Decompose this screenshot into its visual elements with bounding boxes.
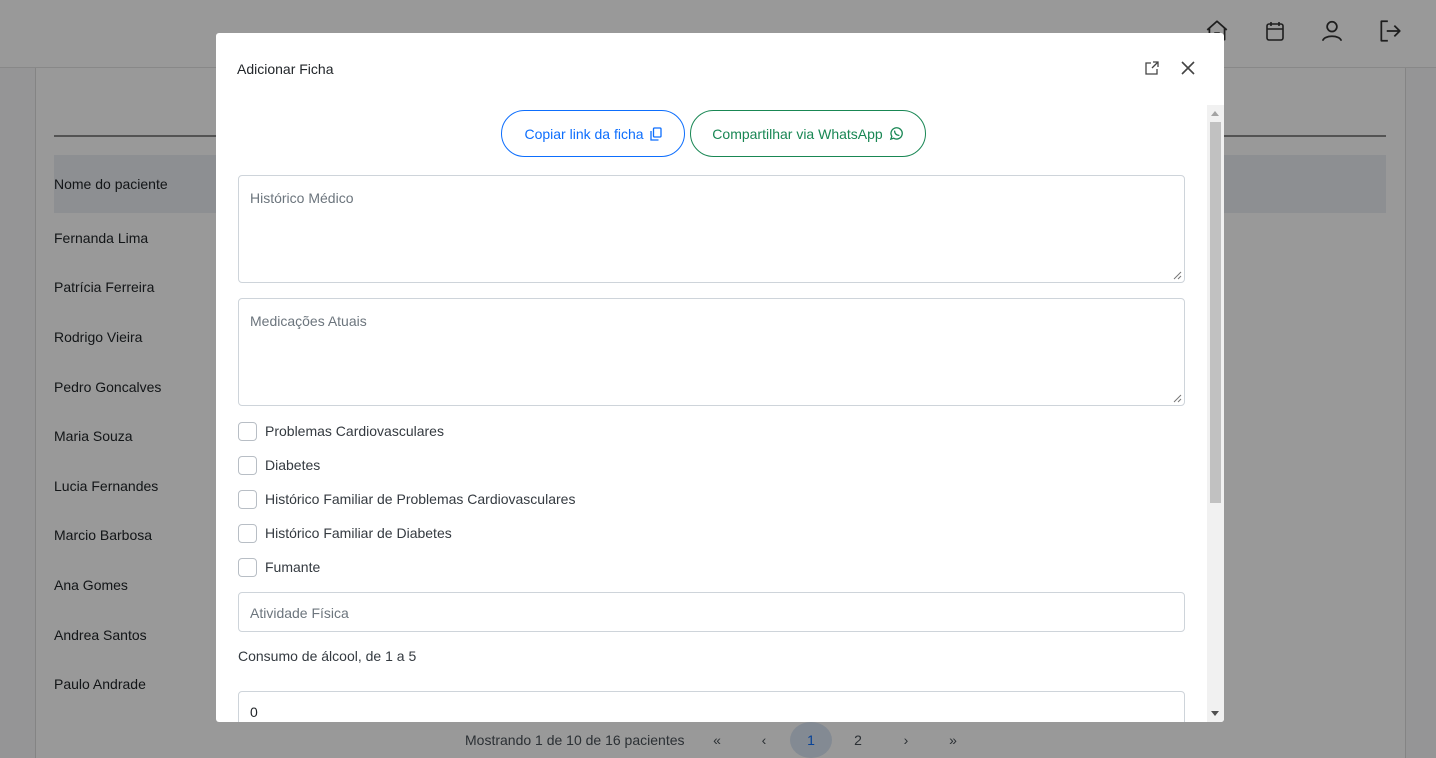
modal-scrollbar[interactable] — [1207, 105, 1224, 722]
resize-handle-icon[interactable] — [1173, 394, 1182, 403]
checkbox-label: Histórico Familiar de Problemas Cardiova… — [265, 491, 576, 507]
current-medications-placeholder: Medicações Atuais — [250, 313, 367, 329]
whatsapp-label: Compartilhar via WhatsApp — [712, 125, 883, 142]
checkbox-label: Fumante — [265, 559, 321, 575]
checkbox-box[interactable] — [238, 455, 257, 475]
checkbox-smoker[interactable]: Fumante — [238, 557, 320, 577]
whatsapp-icon — [889, 127, 903, 141]
checkbox-box[interactable] — [238, 523, 257, 543]
share-whatsapp-button[interactable]: Compartilhar via WhatsApp — [690, 110, 926, 157]
checkbox-family-cardiovascular[interactable]: Histórico Familiar de Problemas Cardiova… — [238, 489, 575, 509]
physical-activity-placeholder: Atividade Física — [250, 605, 349, 621]
add-record-modal: Adicionar Ficha Copiar link da ficha Com… — [216, 33, 1224, 722]
checkbox-box[interactable] — [238, 557, 257, 577]
copy-icon — [649, 126, 662, 141]
checkbox-family-diabetes[interactable]: Histórico Familiar de Diabetes — [238, 523, 452, 543]
alcohol-consumption-label: Consumo de álcool, de 1 a 5 — [238, 648, 417, 664]
scroll-down-arrow-icon[interactable] — [1211, 711, 1219, 716]
modal-title: Adicionar Ficha — [237, 61, 334, 77]
copy-link-label: Copiar link da ficha — [524, 125, 644, 142]
scrollbar-thumb[interactable] — [1210, 122, 1221, 503]
checkbox-label: Diabetes — [265, 457, 321, 473]
scroll-up-arrow-icon[interactable] — [1211, 111, 1219, 116]
checkbox-label: Histórico Familiar de Diabetes — [265, 525, 452, 541]
modal-body: Copiar link da ficha Compartilhar via Wh… — [216, 105, 1224, 722]
checkbox-cardiovascular[interactable]: Problemas Cardiovasculares — [238, 421, 444, 441]
alcohol-consumption-value: 0 — [250, 704, 258, 720]
checkbox-label: Problemas Cardiovasculares — [265, 423, 444, 439]
resize-handle-icon[interactable] — [1173, 271, 1182, 280]
expand-icon[interactable] — [1143, 59, 1161, 77]
alcohol-consumption-input[interactable]: 0 — [238, 691, 1185, 722]
medical-history-placeholder: Histórico Médico — [250, 190, 354, 206]
checkbox-box[interactable] — [238, 489, 257, 509]
close-icon[interactable] — [1179, 59, 1197, 77]
checkbox-box[interactable] — [238, 421, 257, 441]
current-medications-textarea[interactable]: Medicações Atuais — [238, 298, 1185, 406]
checkbox-diabetes[interactable]: Diabetes — [238, 455, 320, 475]
medical-history-textarea[interactable]: Histórico Médico — [238, 175, 1185, 283]
copy-link-button[interactable]: Copiar link da ficha — [501, 110, 685, 157]
physical-activity-input[interactable]: Atividade Física — [238, 592, 1185, 632]
